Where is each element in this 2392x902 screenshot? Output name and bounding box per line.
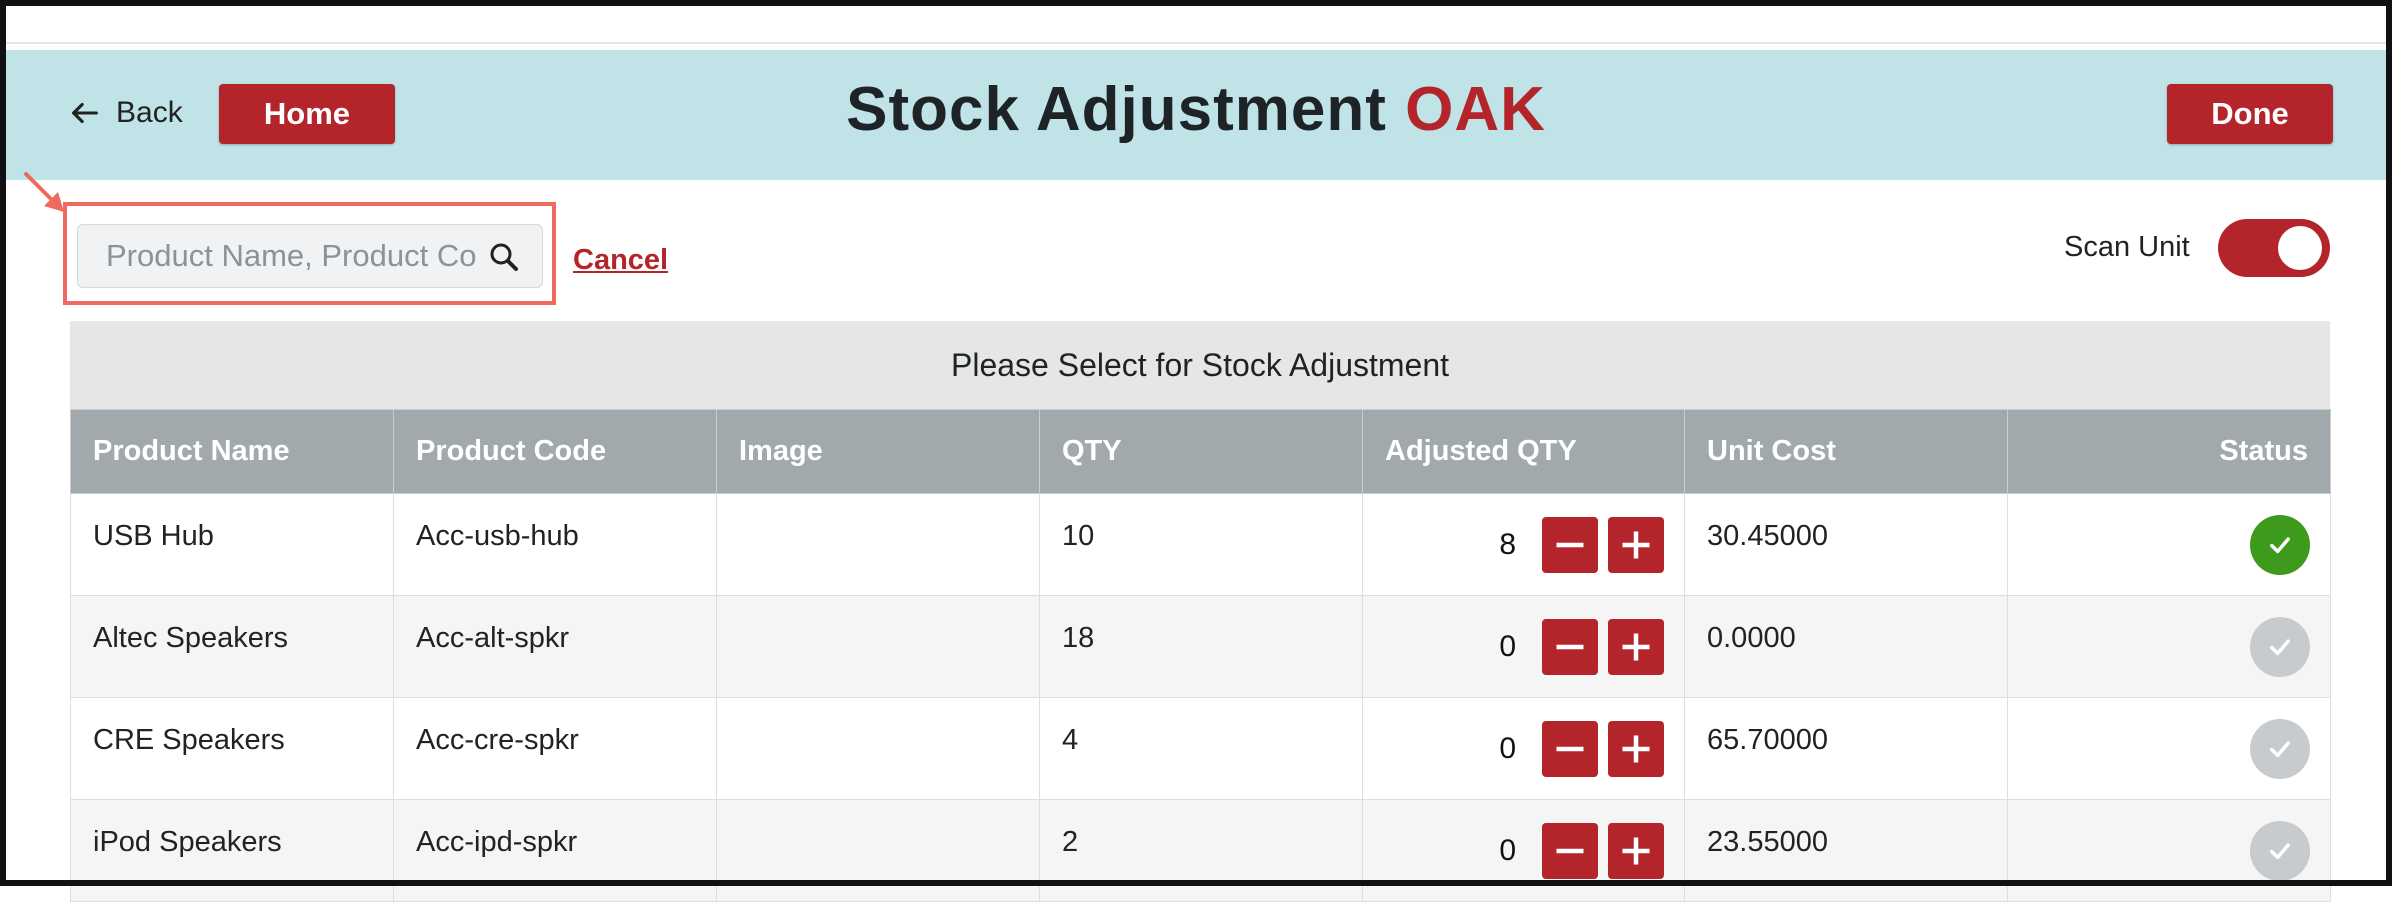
qty-cell: 2 <box>1039 799 1363 902</box>
product-code-cell: Acc-ipd-spkr <box>393 799 717 902</box>
product-name-cell: iPod Speakers <box>70 799 394 902</box>
qty-cell: 18 <box>1039 595 1363 698</box>
unit-cost-cell: 65.70000 <box>1684 697 2008 800</box>
col-product-code[interactable]: Product Code <box>393 409 717 494</box>
product-code-cell: Acc-cre-spkr <box>393 697 717 800</box>
col-image: Image <box>716 409 1040 494</box>
status-check-button[interactable] <box>2250 616 2310 677</box>
col-unit-cost[interactable]: Unit Cost <box>1684 409 2008 494</box>
col-qty[interactable]: QTY <box>1039 409 1363 494</box>
adjusted-qty-cell: 8 <box>1362 493 1685 596</box>
check-icon <box>2270 638 2290 655</box>
col-adjusted-qty: Adjusted QTY <box>1362 409 1685 494</box>
decrease-qty-button[interactable] <box>1542 822 1598 879</box>
col-product-name[interactable]: Product Name <box>70 409 394 494</box>
unit-cost-cell: 23.55000 <box>1684 799 2008 902</box>
status-cell <box>2007 799 2331 902</box>
plus-icon <box>1622 633 1650 660</box>
check-icon <box>2270 740 2290 757</box>
adjusted-qty-cell: 0 <box>1362 799 1685 902</box>
check-icon <box>2270 842 2290 859</box>
check-icon <box>2270 536 2290 553</box>
scan-unit-toggle[interactable] <box>2218 219 2330 277</box>
increase-qty-button[interactable] <box>1608 516 1664 573</box>
image-cell <box>716 799 1040 902</box>
increase-qty-button[interactable] <box>1608 618 1664 675</box>
status-cell <box>2007 493 2331 596</box>
table-row[interactable]: CRE Speakers Acc-cre-spkr 4 0 65.70000 <box>70 697 2331 800</box>
increase-qty-button[interactable] <box>1608 720 1664 777</box>
minus-icon <box>1556 644 1584 649</box>
page-title-store: OAK <box>1405 75 1546 144</box>
status-cell <box>2007 697 2331 800</box>
qty-cell: 4 <box>1039 697 1363 800</box>
table-title: Please Select for Stock Adjustment <box>70 321 2330 409</box>
image-cell <box>716 595 1040 698</box>
search-icon[interactable] <box>488 241 520 273</box>
adjusted-qty-stepper: 0 <box>1363 822 1664 879</box>
status-check-button[interactable] <box>2250 514 2310 575</box>
minus-icon <box>1556 848 1584 853</box>
stock-adjustment-table: Product Name Product Code Image QTY Adju… <box>70 409 2331 902</box>
app-header: Back Home Stock Adjustment OAK Done <box>6 50 2386 180</box>
page-title-main: Stock Adjustment <box>846 75 1387 144</box>
decrease-qty-button[interactable] <box>1542 618 1598 675</box>
product-name-cell: USB Hub <box>70 493 394 596</box>
decrease-qty-button[interactable] <box>1542 720 1598 777</box>
product-name-cell: Altec Speakers <box>70 595 394 698</box>
toggle-knob <box>2278 226 2322 270</box>
unit-cost-cell: 30.45000 <box>1684 493 2008 596</box>
qty-cell: 10 <box>1039 493 1363 596</box>
search-highlight-box <box>63 202 556 305</box>
product-code-cell: Acc-usb-hub <box>393 493 717 596</box>
adjusted-qty-value: 0 <box>1499 629 1516 663</box>
done-button[interactable]: Done <box>2167 84 2333 144</box>
adjusted-qty-cell: 0 <box>1362 595 1685 698</box>
adjusted-qty-value: 0 <box>1499 833 1516 867</box>
top-divider <box>6 42 2386 44</box>
minus-icon <box>1556 746 1584 751</box>
search-input[interactable] <box>104 237 478 275</box>
adjusted-qty-stepper: 0 <box>1363 618 1664 675</box>
adjusted-qty-value: 8 <box>1499 527 1516 561</box>
table-row[interactable]: iPod Speakers Acc-ipd-spkr 2 0 23.55000 <box>70 799 2331 902</box>
table-row[interactable]: USB Hub Acc-usb-hub 10 8 30.45000 <box>70 493 2331 596</box>
adjusted-qty-cell: 0 <box>1362 697 1685 800</box>
status-check-button[interactable] <box>2250 820 2310 881</box>
plus-icon <box>1622 531 1650 558</box>
search-field <box>77 224 543 288</box>
adjusted-qty-value: 0 <box>1499 731 1516 765</box>
image-cell <box>716 493 1040 596</box>
image-cell <box>716 697 1040 800</box>
product-code-cell: Acc-alt-spkr <box>393 595 717 698</box>
decrease-qty-button[interactable] <box>1542 516 1598 573</box>
cancel-link[interactable]: Cancel <box>573 244 668 277</box>
adjusted-qty-stepper: 8 <box>1363 516 1664 573</box>
minus-icon <box>1556 542 1584 547</box>
increase-qty-button[interactable] <box>1608 822 1664 879</box>
status-check-button[interactable] <box>2250 718 2310 779</box>
unit-cost-cell: 0.0000 <box>1684 595 2008 698</box>
plus-icon <box>1622 837 1650 864</box>
table-row[interactable]: Altec Speakers Acc-alt-spkr 18 0 0.0000 <box>70 595 2331 698</box>
page-title: Stock Adjustment OAK <box>6 74 2386 145</box>
status-cell <box>2007 595 2331 698</box>
adjusted-qty-stepper: 0 <box>1363 720 1664 777</box>
product-name-cell: CRE Speakers <box>70 697 394 800</box>
plus-icon <box>1622 735 1650 762</box>
table-header-row: Product Name Product Code Image QTY Adju… <box>70 409 2331 494</box>
scan-unit-label: Scan Unit <box>2064 231 2190 263</box>
col-status: Status <box>2007 409 2331 494</box>
